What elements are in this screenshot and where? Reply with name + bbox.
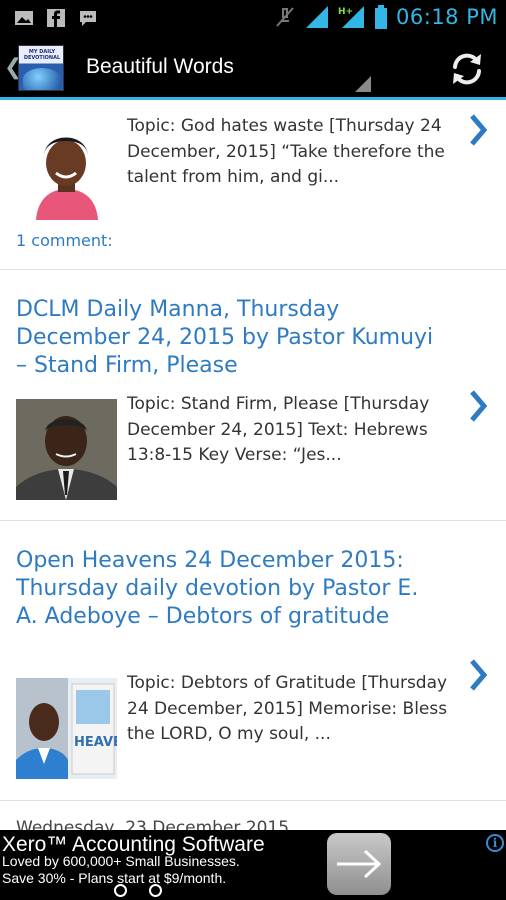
chat-icon <box>80 11 96 26</box>
post-title[interactable]: DCLM Daily Manna, Thursday December 24, … <box>16 296 446 380</box>
thumb-heave-text: HEAVE <box>74 735 117 750</box>
facebook-icon <box>47 9 65 27</box>
ad-line-1[interactable]: Loved by 600,000+ Small Businesses. <box>2 853 240 869</box>
clock: 06:18 PM <box>396 5 498 29</box>
post-card[interactable]: Open Heavens 24 December 2015: Thursday … <box>0 521 506 801</box>
post-excerpt[interactable]: Topic: God hates waste [Thursday 24 Dece… <box>127 114 459 191</box>
post-title[interactable]: Open Heavens 24 December 2015: Thursday … <box>16 547 446 631</box>
post-thumbnail-open-heavens[interactable]: HEAVE <box>16 678 117 779</box>
post-card[interactable]: DCLM Daily Manna, Thursday December 24, … <box>0 270 506 521</box>
page-title[interactable]: Beautiful Words <box>86 55 234 79</box>
carousel-dots <box>114 884 162 897</box>
system-icons: H+ 06:18 PM <box>274 4 498 30</box>
post-thumbnail-woman[interactable] <box>16 119 117 220</box>
arrow-right-icon <box>337 849 382 879</box>
battery-icon <box>375 5 388 29</box>
dropdown-indicator-icon[interactable] <box>355 76 371 92</box>
carousel-dot <box>114 884 127 897</box>
status-bar: H+ 06:18 PM <box>0 0 506 38</box>
action-bar: ❮ MY DAILY DEVOTIONAL Beautiful Words <box>0 38 506 100</box>
post-list[interactable]: Topic: God hates waste [Thursday 24 Dece… <box>0 100 506 830</box>
post-excerpt[interactable]: Topic: Stand Firm, Please [Thursday Dece… <box>127 392 459 469</box>
chevron-right-icon[interactable] <box>464 112 492 148</box>
notification-icons <box>14 8 98 28</box>
comment-count-link[interactable]: 1 comment: <box>16 231 113 250</box>
post-thumbnail-man-suit[interactable] <box>16 399 117 500</box>
ad-banner[interactable]: Xero™ Accounting Software Loved by 600,0… <box>0 830 506 900</box>
signal-icon <box>306 6 329 28</box>
svg-text:H+: H+ <box>338 7 353 17</box>
gallery-icon <box>15 11 33 25</box>
ad-info-icon[interactable]: i <box>486 834 504 852</box>
refresh-icon[interactable] <box>448 50 486 88</box>
post-excerpt[interactable]: Topic: Debtors of Gratitude [Thursday 24… <box>127 671 459 748</box>
chevron-right-icon[interactable] <box>464 657 492 693</box>
mute-icon <box>276 7 294 27</box>
app-logo[interactable]: MY DAILY DEVOTIONAL <box>18 45 64 91</box>
chevron-right-icon[interactable] <box>464 388 492 424</box>
date-section-header: Wednesday, 23 December 2015 <box>16 818 290 830</box>
globe-graphic <box>23 68 61 90</box>
ad-cta-button[interactable] <box>327 833 391 895</box>
post-card[interactable]: Topic: God hates waste [Thursday 24 Dece… <box>0 100 506 270</box>
carousel-dot <box>149 884 162 897</box>
app-logo-text: MY DAILY DEVOTIONAL <box>23 49 61 61</box>
hplus-signal-icon: H+ <box>338 6 365 28</box>
